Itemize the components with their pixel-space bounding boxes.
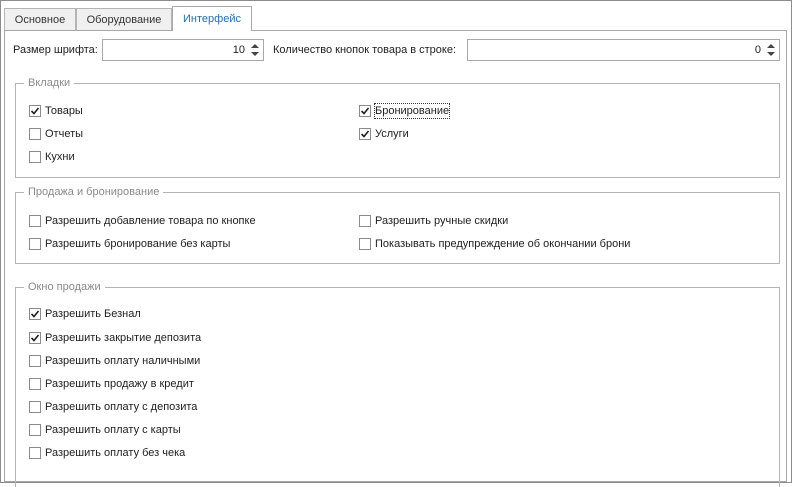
checkbox-allow-payment-without-receipt[interactable]: Разрешить оплату без чека [29,445,185,461]
checkbox-box[interactable] [29,215,41,227]
checkbox-booking[interactable]: Бронирование [359,103,451,119]
checkbox-label: Показывать предупреждение об окончании б… [375,238,631,250]
checkbox-box[interactable] [29,105,41,117]
sales-booking-group-title: Продажа и бронирование [24,185,164,199]
checkbox-box[interactable] [29,424,41,436]
checkbox-box[interactable] [359,128,371,140]
checkbox-goods[interactable]: Товары [29,103,83,119]
font-size-spin-buttons [249,42,261,58]
checkmark-icon [30,334,40,342]
font-size-value[interactable]: 10 [233,43,245,57]
tab-general[interactable]: Основное [4,8,76,30]
checkbox-label: Услуги [375,128,409,140]
checkbox-kitchens[interactable]: Кухни [29,149,75,165]
checkmark-icon [30,310,40,318]
checkbox-allow-cash-payment[interactable]: Разрешить оплату наличными [29,353,200,369]
checkbox-box[interactable] [29,378,41,390]
tab-bar: Основное Оборудование Интерфейс [4,6,788,31]
checkbox-allow-deposit-payment[interactable]: Разрешить оплату с депозита [29,399,197,415]
checkbox-box[interactable] [29,308,41,320]
checkbox-label: Бронирование [373,103,451,119]
checkbox-box[interactable] [359,215,371,227]
checkbox-allow-cashless[interactable]: Разрешить Безнал [29,306,141,322]
settings-window: Основное Оборудование Интерфейс Размер ш… [0,0,792,487]
checkbox-add-goods-by-button[interactable]: Разрешить добавление товара по кнопке [29,213,256,229]
checkbox-box[interactable] [29,355,41,367]
checkbox-reports[interactable]: Отчеты [29,126,83,142]
checkbox-box[interactable] [29,151,41,163]
checkbox-box[interactable] [29,238,41,250]
tab-interface[interactable]: Интерфейс [172,6,252,31]
spin-down-icon[interactable] [767,52,775,56]
font-size-label: Размер шрифта: [13,44,98,56]
checkbox-booking-expiry-warning[interactable]: Показывать предупреждение об окончании б… [359,236,630,252]
checkbox-booking-without-card[interactable]: Разрешить бронирование без карты [29,236,230,252]
checkbox-manual-discounts[interactable]: Разрешить ручные скидки [359,213,508,229]
checkbox-box[interactable] [29,447,41,459]
checkbox-box[interactable] [359,238,371,250]
checkmark-icon [360,107,370,115]
font-size-spinner[interactable]: 10 [102,39,264,61]
buttons-per-row-label: Количество кнопок товара в строке: [273,44,457,56]
checkbox-label: Разрешить закрытие депозита [45,332,202,344]
checkbox-label: Разрешить оплату с депозита [45,401,198,413]
checkbox-label: Разрешить оплату с карты [45,424,181,436]
checkmark-icon [30,107,40,115]
checkbox-label: Кухни [45,151,75,163]
checkbox-box[interactable] [29,128,41,140]
tabs-group-title: Вкладки [24,76,75,90]
buttons-per-row-spinner[interactable]: 0 [467,39,780,61]
checkbox-box[interactable] [29,401,41,413]
sale-window-group-title: Окно продажи [24,280,105,294]
checkbox-label: Разрешить ручные скидки [375,215,509,227]
checkbox-label: Отчеты [45,128,84,140]
checkbox-allow-credit-sale[interactable]: Разрешить продажу в кредит [29,376,194,392]
checkbox-label: Разрешить Безнал [45,308,141,320]
spin-up-icon[interactable] [251,44,259,48]
buttons-per-row-value[interactable]: 0 [755,43,761,57]
checkbox-allow-deposit-closing[interactable]: Разрешить закрытие депозита [29,330,201,346]
buttons-per-row-spin-buttons [765,42,777,58]
checkbox-label: Разрешить оплату без чека [45,447,186,459]
checkbox-label: Товары [45,105,83,117]
checkbox-allow-card-payment[interactable]: Разрешить оплату с карты [29,422,181,438]
spin-up-icon[interactable] [767,44,775,48]
checkmark-icon [360,130,370,138]
checkbox-label: Разрешить продажу в кредит [45,378,194,390]
checkbox-box[interactable] [359,105,371,117]
checkbox-label: Разрешить оплату наличными [45,355,201,367]
checkbox-services[interactable]: Услуги [359,126,409,142]
tab-equipment[interactable]: Оборудование [76,8,172,30]
checkbox-label: Разрешить добавление товара по кнопке [45,215,256,227]
checkbox-box[interactable] [29,332,41,344]
spin-down-icon[interactable] [251,52,259,56]
checkbox-label: Разрешить бронирование без карты [45,238,231,250]
